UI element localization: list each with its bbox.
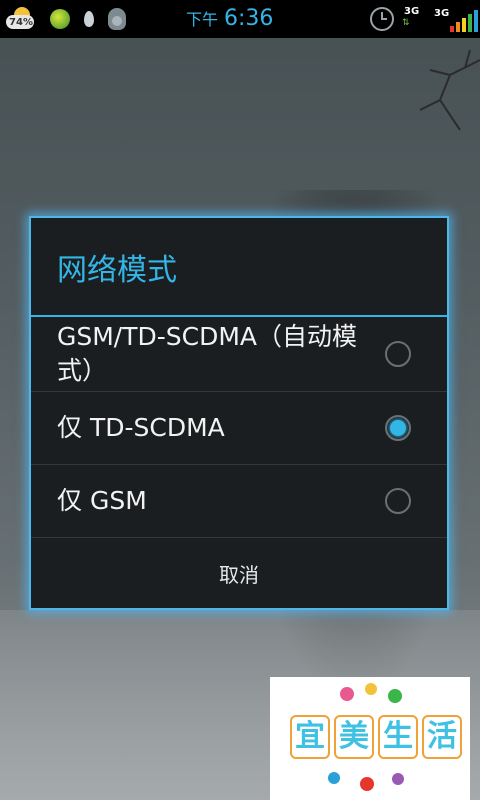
radio-button[interactable] xyxy=(385,488,411,514)
status-clock: 下午 6:36 xyxy=(186,6,273,33)
dialog-title: 网络模式 xyxy=(31,218,447,317)
signal-3g-label: 3G xyxy=(434,8,450,19)
option-gsm-td-scdma-auto[interactable]: GSM/TD-SCDMA（自动模式） xyxy=(31,317,447,392)
option-label: 仅 TD-SCDMA xyxy=(57,413,225,442)
clock-ampm: 下午 xyxy=(186,10,219,29)
watermark-logo: 宜 美 生 活 xyxy=(270,677,470,800)
signal-bar xyxy=(468,14,472,32)
option-label: 仅 GSM xyxy=(57,486,147,515)
network-mode-dialog: 网络模式 GSM/TD-SCDMA（自动模式） 仅 TD-SCDMA 仅 GSM… xyxy=(29,216,449,610)
signal-bar xyxy=(450,26,454,32)
signal-bar xyxy=(474,10,478,32)
app-notification-icon xyxy=(50,9,70,29)
watermark-char: 生 xyxy=(378,715,418,759)
alarm-icon xyxy=(370,7,394,31)
weather-icon: 74% xyxy=(4,6,36,32)
data-3g-label: 3G xyxy=(404,6,420,17)
signal-strength-icon: 3G xyxy=(434,6,478,32)
option-label: GSM/TD-SCDMA（自动模式） xyxy=(57,322,358,385)
radio-button[interactable] xyxy=(385,341,411,367)
cancel-button[interactable]: 取消 xyxy=(31,538,447,608)
data-activity-arrows: ⇅ xyxy=(402,18,410,28)
signal-bar xyxy=(456,22,460,32)
radio-button-selected[interactable] xyxy=(385,415,411,441)
weather-percent: 74% xyxy=(9,17,33,28)
watermark-char: 活 xyxy=(422,715,462,759)
data-3g-icon: 3G ⇅ xyxy=(402,6,426,32)
status-bar: 74% 下午 6:36 3G ⇅ 3G xyxy=(0,0,480,38)
signal-bar xyxy=(462,18,466,32)
option-gsm-only[interactable]: 仅 GSM xyxy=(31,465,447,538)
watermark-char: 美 xyxy=(334,715,374,759)
qq-penguin-icon xyxy=(108,8,126,30)
clock-time: 6:36 xyxy=(224,6,274,31)
watermark-char: 宜 xyxy=(290,715,330,759)
drop-icon xyxy=(84,11,94,27)
option-td-scdma-only[interactable]: 仅 TD-SCDMA xyxy=(31,392,447,465)
